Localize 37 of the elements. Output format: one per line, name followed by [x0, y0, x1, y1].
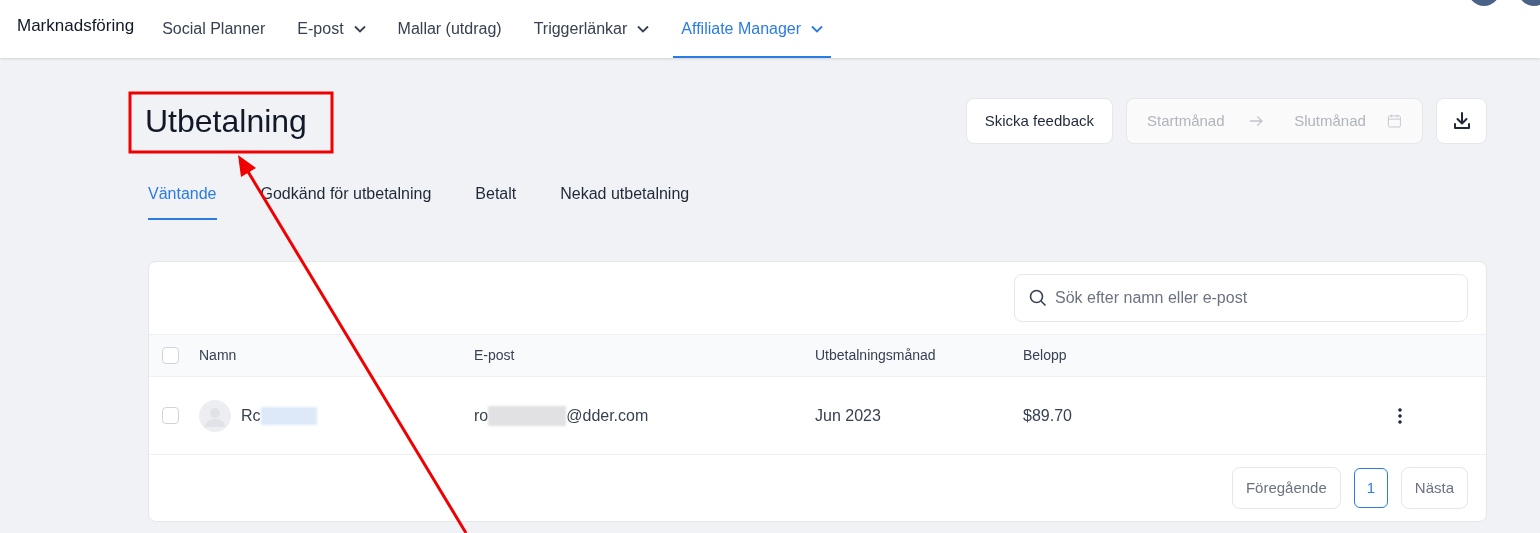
email-end: @dder.com [566, 405, 649, 426]
tab[interactable]: Nekad utbetalning [560, 182, 690, 220]
nav-tab[interactable]: Mallar (utdrag) [389, 17, 510, 58]
calendar-icon [1387, 113, 1402, 129]
amount-cell: $89.70 [1023, 406, 1072, 424]
column-header: Namn [199, 347, 237, 363]
email-start: ro [474, 405, 489, 426]
search-icon [1029, 289, 1047, 307]
avatar-icon [199, 399, 231, 432]
nav-tab[interactable]: Social Planner [154, 17, 274, 58]
download-icon [1451, 111, 1472, 131]
download-button[interactable] [1436, 98, 1487, 144]
page-title: Utbetalning [145, 105, 307, 137]
column-header: Utbetalningsmånad [815, 347, 936, 363]
start-month-placeholder: Startmånad [1147, 110, 1226, 131]
previous-button[interactable]: Föregående [1231, 467, 1341, 509]
next-button[interactable]: Nästa [1400, 467, 1468, 509]
month-cell: Jun 2023 [815, 406, 881, 424]
brand-title: Marknadsföring [17, 14, 135, 37]
column-header: Belopp [1023, 347, 1067, 363]
nav-tab[interactable]: Affiliate Manager [673, 17, 832, 58]
nav-tab[interactable]: Triggerlänkar [525, 17, 658, 58]
name-cell-text: Rc [241, 405, 261, 426]
checkbox[interactable] [162, 347, 179, 364]
redaction-blur [260, 406, 317, 425]
tab[interactable]: Väntande [148, 182, 217, 220]
more-options-icon[interactable] [1398, 407, 1402, 424]
feedback-button[interactable]: Skicka feedback [965, 98, 1113, 144]
checkbox[interactable] [162, 407, 179, 424]
arrow-icon [1249, 115, 1265, 127]
search-field[interactable]: Sök efter namn eller e-post [1014, 274, 1468, 322]
tab[interactable]: Betalt [475, 182, 517, 220]
end-month-placeholder: Slutmånad [1294, 110, 1367, 131]
nav-tab[interactable]: E-post [289, 17, 374, 58]
tab[interactable]: Godkänd för utbetalning [260, 182, 432, 220]
column-header: E-post [474, 347, 515, 363]
page-button[interactable]: 1 [1353, 468, 1388, 508]
